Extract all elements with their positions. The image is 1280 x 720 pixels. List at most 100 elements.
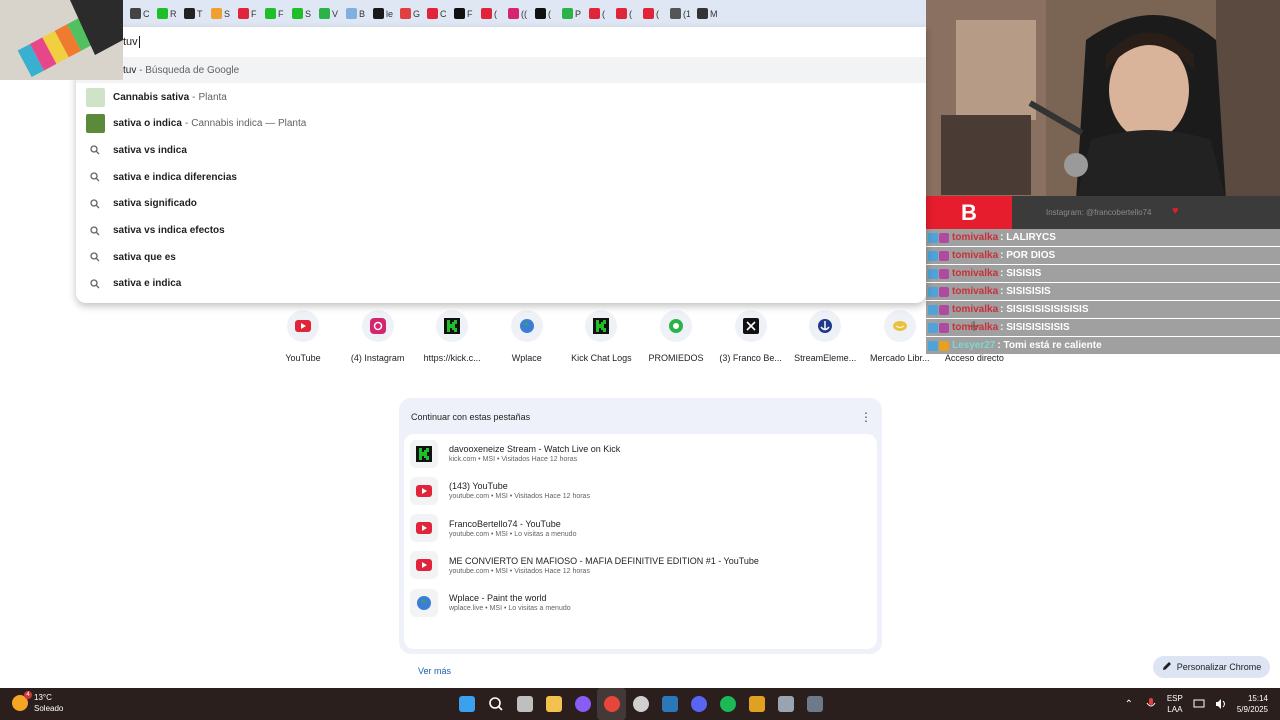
suggestion-item[interactable]: sativa o indica - Cannabis indica — Planta (76, 111, 926, 137)
see-more-link[interactable]: Ver más (418, 666, 451, 676)
windows-icon[interactable] (452, 688, 481, 720)
recent-tab-row[interactable]: Wplace - Paint the world wplace.live • MS… (404, 584, 877, 621)
recent-tab-row[interactable]: ME CONVIERTO EN MAFIOSO - MAFIA DEFINITI… (404, 547, 877, 584)
suggestion-item[interactable]: sativa vs indica (76, 137, 926, 163)
browser-tab[interactable]: M (691, 0, 718, 27)
obs-icon[interactable] (626, 688, 655, 720)
kick-icon (585, 310, 618, 342)
suggestion-item[interactable]: sativa que es (76, 244, 926, 270)
chat-badges (928, 250, 949, 261)
shortcut-label: https://kick.c... (423, 353, 481, 363)
browser-tab[interactable]: ( (637, 0, 664, 27)
chat-badges (928, 268, 949, 279)
suggestion-text: sativa e indica diferencias (113, 171, 237, 183)
shortcut-tile[interactable]: YouTube (266, 310, 340, 363)
chat-text: : POR DIOS (1000, 250, 1056, 261)
shortcut-tile[interactable]: https://kick.c... (415, 310, 489, 363)
badge-icon (928, 304, 938, 315)
browser-tab[interactable]: T (178, 0, 205, 27)
browser-tab[interactable]: G (394, 0, 421, 27)
browser-tab[interactable]: S (205, 0, 232, 27)
browser-tab[interactable]: B (340, 0, 367, 27)
suggestion-google-search[interactable]: tuv - Búsqueda de Google (76, 57, 926, 83)
recent-tab-title: FrancoBertello74 - YouTube (449, 518, 561, 529)
recent-tab-row[interactable]: FrancoBertello74 - YouTube youtube.com • … (404, 510, 877, 547)
browser-tab[interactable]: C (124, 0, 151, 27)
shortcut-tile[interactable]: (3) Franco Be... (714, 310, 788, 363)
chat-badges (928, 304, 949, 315)
suggestion-text: sativa vs indica (113, 144, 187, 156)
stream-chat: tomivalka: LALIRYCS tomivalka: POR DIOS to… (926, 229, 1280, 354)
browser-tab[interactable]: V (313, 0, 340, 27)
settings-icon[interactable] (771, 688, 800, 720)
suggestion-item[interactable]: sativa vs indica efectos (76, 218, 926, 244)
browser-tab[interactable]: R (151, 0, 178, 27)
card-list: Ver más davooxeneize Stream - Watch Live… (404, 434, 877, 676)
badge-icon (939, 232, 949, 243)
torch-icon[interactable] (742, 688, 771, 720)
suggestion-item[interactable]: sativa e indica diferencias (76, 164, 926, 190)
discord-icon[interactable] (684, 688, 713, 720)
task-view-icon[interactable] (510, 688, 539, 720)
chat-username: Lesyer27 (952, 340, 996, 351)
shortcut-label: (4) Instagram (350, 353, 405, 363)
weather-widget[interactable]: 4 13°C Soleado (12, 691, 63, 714)
app-purple-icon[interactable] (568, 688, 597, 720)
suggestion-item[interactable]: sativa e indica (76, 271, 926, 297)
system-tray: ⌃ ESP LAA 15:14 5/9/2025 (1123, 688, 1280, 720)
windows-icon-glyph (458, 696, 475, 712)
network-icon[interactable] (1193, 698, 1205, 710)
search-icon-glyph (488, 696, 504, 712)
browser-tab[interactable]: ( (529, 0, 556, 27)
shortcut-tile[interactable]: PROMIEDOS (639, 310, 713, 363)
search-icon[interactable] (481, 688, 510, 720)
badge-icon (928, 286, 938, 297)
tab-title: R (170, 8, 177, 19)
chevron-up-icon[interactable]: ⌃ (1123, 698, 1135, 710)
browser-tab[interactable]: ( (475, 0, 502, 27)
tab-strip: C R T S F F S V Ble G C F((((P((((1 M (0, 0, 926, 27)
browser-tab[interactable]: F (448, 0, 475, 27)
browser-tab[interactable]: C (421, 0, 448, 27)
clock[interactable]: 15:14 5/9/2025 (1237, 693, 1268, 715)
suggestion-text: sativa o indica (113, 118, 182, 130)
browser-tab[interactable]: (1 (664, 0, 691, 27)
folder-icon[interactable] (539, 688, 568, 720)
badge-icon (939, 268, 949, 279)
tab-title: ( (602, 8, 605, 19)
kick-icon (410, 439, 438, 468)
browser-tab[interactable]: S (286, 0, 313, 27)
address-bar-value: tuv (123, 36, 138, 48)
recent-tab-row[interactable]: davooxeneize Stream - Watch Live on Kick… (404, 435, 877, 472)
clock-time: 15:14 (1247, 694, 1268, 703)
steam-icon[interactable] (655, 688, 684, 720)
app-purple-icon-glyph (574, 696, 591, 712)
browser-tab[interactable]: F (232, 0, 259, 27)
calculator-icon[interactable] (800, 688, 829, 720)
address-bar-input[interactable]: tuv (123, 36, 140, 49)
browser-tab[interactable]: (( (502, 0, 529, 27)
shortcut-tile[interactable]: StreamEleme... (788, 310, 862, 363)
webcam-feed (926, 0, 1280, 200)
recent-tab-text: FrancoBertello74 - YouTube youtube.com • … (449, 519, 576, 538)
chrome-icon[interactable] (597, 688, 626, 720)
microphone-icon[interactable] (1145, 698, 1157, 710)
browser-tab[interactable]: ( (583, 0, 610, 27)
shortcut-tile[interactable]: (4) Instagram (341, 310, 415, 363)
browser-tab[interactable]: ( (610, 0, 637, 27)
tab-title: V (332, 8, 339, 19)
suggestion-item[interactable]: sativa significado (76, 191, 926, 217)
shortcut-tile[interactable]: Wplace (490, 310, 564, 363)
shortcut-tile[interactable]: Kick Chat Logs (564, 310, 638, 363)
browser-tab[interactable]: le (367, 0, 394, 27)
suggestion-item[interactable]: Cannabis sativa - Planta (76, 84, 926, 110)
browser-tab[interactable]: F (259, 0, 286, 27)
volume-icon[interactable] (1215, 698, 1227, 710)
language-indicator[interactable]: ESP LAA (1167, 693, 1183, 715)
shortcut-label: YouTube (285, 353, 321, 363)
spotify-icon[interactable] (713, 688, 742, 720)
more-options-icon[interactable]: ⋮ (860, 410, 872, 424)
recent-tab-row[interactable]: (143) YouTube youtube.com • MSI • Visitad… (404, 472, 877, 509)
customize-chrome-button[interactable]: Personalizar Chrome (1153, 656, 1270, 678)
browser-tab[interactable]: P (556, 0, 583, 27)
